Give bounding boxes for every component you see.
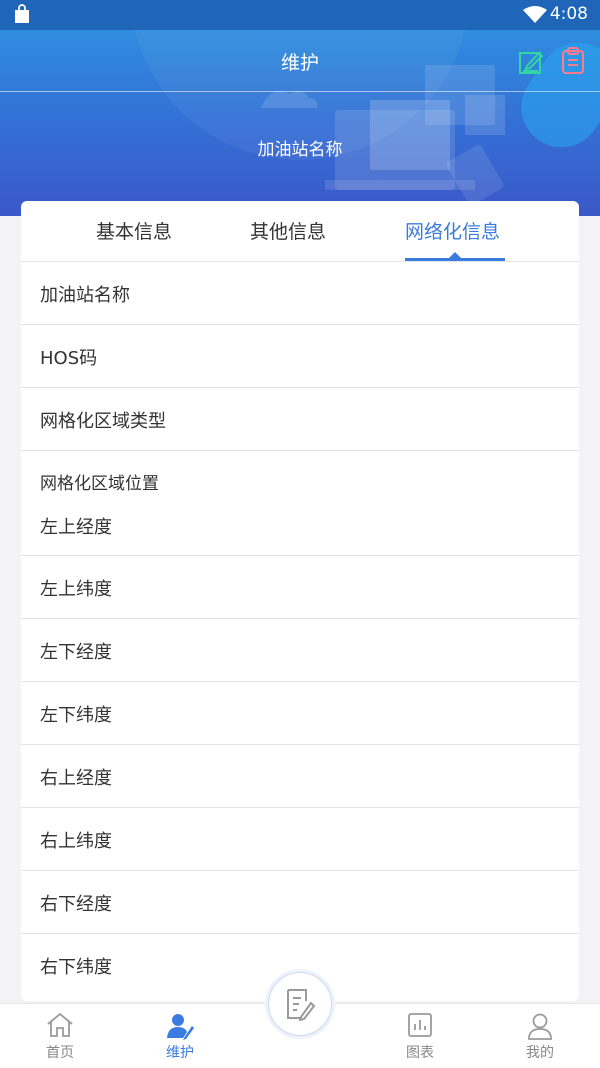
note-edit-icon	[287, 989, 316, 1021]
field-label: 左上经度	[40, 517, 112, 538]
header-divider	[0, 91, 600, 92]
tab-other-info[interactable]: 其他信息	[250, 217, 326, 244]
nav-mine-label: 我的	[526, 1045, 554, 1061]
field-bottom-right-lng[interactable]: 右下经度	[21, 871, 579, 934]
clipboard-icon[interactable]	[561, 47, 585, 75]
field-grid-area-type[interactable]: 网格化区域类型	[21, 388, 579, 451]
field-label: 右下纬度	[40, 957, 112, 978]
field-label: 网格化区域类型	[40, 411, 166, 432]
nav-home[interactable]: 首页	[20, 1004, 100, 1068]
info-card: 基本信息 其他信息 网络化信息 加油站名称 HOS码 网格化区域类型 网格化区域…	[21, 201, 579, 1001]
field-list: 加油站名称 HOS码 网格化区域类型 网格化区域位置 左上经度 左上纬度 左下经…	[21, 262, 579, 996]
compose-fab[interactable]	[268, 972, 332, 1036]
field-top-right-lat[interactable]: 右上纬度	[21, 808, 579, 871]
tab-basic-info[interactable]: 基本信息	[96, 217, 172, 244]
tab-network-info[interactable]: 网络化信息	[405, 217, 500, 244]
status-bar: 4:08	[0, 0, 600, 30]
field-label: 左下经度	[40, 642, 112, 663]
page-title: 维护	[280, 52, 319, 74]
status-time: 4:08	[549, 4, 588, 24]
edit-icon[interactable]	[518, 49, 544, 75]
home-icon	[47, 1012, 73, 1037]
tab-active-underline	[405, 258, 505, 261]
field-label: 右下经度	[40, 894, 112, 915]
field-label: 加油站名称	[40, 285, 130, 306]
shopping-bag-icon	[15, 4, 29, 23]
field-top-left-lat[interactable]: 左上纬度	[21, 556, 579, 619]
nav-home-label: 首页	[46, 1045, 74, 1061]
nav-charts[interactable]: 图表	[380, 1004, 460, 1068]
user-edit-icon	[167, 1014, 194, 1040]
field-bottom-left-lat[interactable]: 左下纬度	[21, 682, 579, 745]
nav-mine[interactable]: 我的	[500, 1004, 580, 1068]
tab-bar: 基本信息 其他信息 网络化信息	[21, 201, 579, 262]
user-icon	[528, 1013, 552, 1040]
field-hos-code[interactable]: HOS码	[21, 325, 579, 388]
header: 维护 加油站名称	[0, 30, 600, 216]
section-label-grid-position: 网格化区域位置	[40, 474, 159, 494]
field-station-name[interactable]: 加油站名称	[21, 262, 579, 325]
nav-maintenance[interactable]: 维护	[140, 1004, 220, 1068]
field-label: 左下纬度	[40, 705, 112, 726]
field-label: 右上经度	[40, 768, 112, 789]
field-label: HOS码	[40, 348, 98, 369]
field-top-right-lng[interactable]: 右上经度	[21, 745, 579, 808]
field-label: 右上纬度	[40, 831, 112, 852]
field-bottom-left-lng[interactable]: 左下经度	[21, 619, 579, 682]
nav-charts-label: 图表	[406, 1045, 434, 1061]
field-label: 左上纬度	[40, 579, 112, 600]
station-name-heading: 加油站名称	[257, 140, 343, 160]
chart-icon	[408, 1013, 432, 1037]
field-top-left-lng[interactable]: 网格化区域位置 左上经度	[21, 451, 579, 556]
wifi-icon	[523, 6, 547, 23]
nav-maintenance-label: 维护	[166, 1045, 194, 1061]
